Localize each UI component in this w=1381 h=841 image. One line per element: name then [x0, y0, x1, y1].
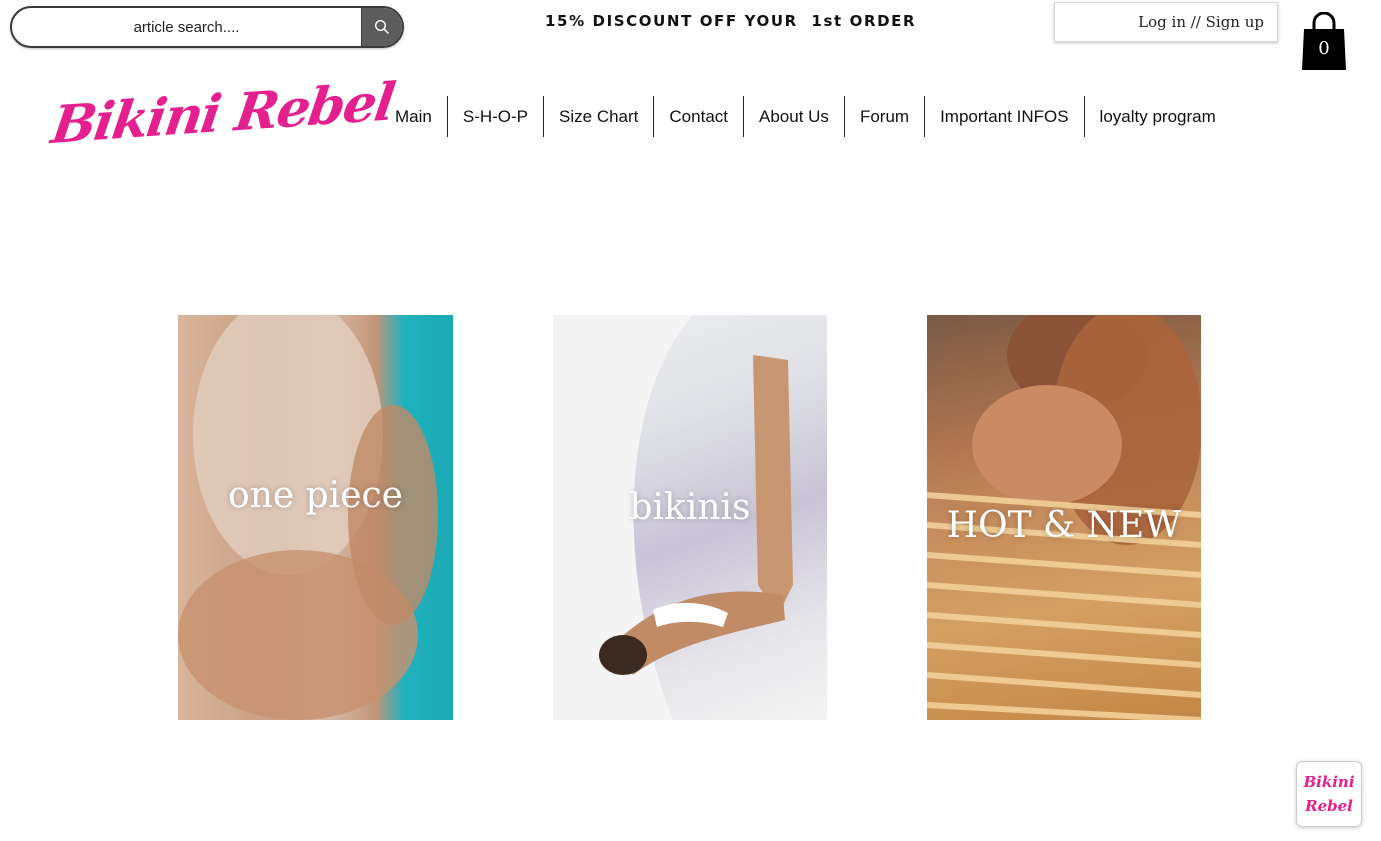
nav-item-forum[interactable]: Forum — [843, 96, 924, 137]
login-signup-button[interactable]: Log in // Sign up — [1054, 2, 1278, 42]
category-tile-hot-new[interactable]: HOT & NEW — [927, 315, 1201, 720]
nav-item-main[interactable]: Main — [380, 96, 447, 137]
nav-item-important-infos[interactable]: Important INFOS — [924, 96, 1083, 137]
search-bar — [10, 6, 404, 48]
nav-item-size-chart[interactable]: Size Chart — [543, 96, 653, 137]
search-icon — [374, 19, 390, 35]
nav-item-shop[interactable]: S-H-O-P — [446, 96, 543, 137]
category-label: HOT & NEW — [946, 505, 1182, 546]
cart-button[interactable]: 0 — [1300, 11, 1348, 72]
badge-line-1: Bikini — [1303, 773, 1355, 791]
nav-item-loyalty-program[interactable]: loyalty program — [1083, 96, 1231, 137]
promo-banner: 15% DISCOUNT OFF YOUR 1st ORDER — [545, 12, 917, 30]
category-label: one piece — [228, 475, 403, 516]
search-input[interactable] — [12, 8, 361, 46]
nav-item-contact[interactable]: Contact — [653, 96, 743, 137]
nav-item-about-us[interactable]: About Us — [743, 96, 844, 137]
cart-count: 0 — [1318, 38, 1330, 59]
login-signup-label: Log in // Sign up — [1138, 13, 1264, 31]
category-tile-one-piece[interactable]: one piece — [178, 315, 453, 720]
one-piece-photo — [178, 315, 438, 720]
category-tile-bikinis[interactable]: bikinis — [553, 315, 827, 720]
search-button[interactable] — [361, 8, 402, 46]
brand-logo[interactable]: Bikini Rebel — [47, 69, 398, 164]
category-label: bikinis — [629, 487, 751, 528]
brand-badge-button[interactable]: Bikini Rebel — [1296, 761, 1362, 827]
main-nav: Main S-H-O-P Size Chart Contact About Us… — [380, 96, 1231, 137]
badge-line-2: Rebel — [1305, 797, 1353, 815]
